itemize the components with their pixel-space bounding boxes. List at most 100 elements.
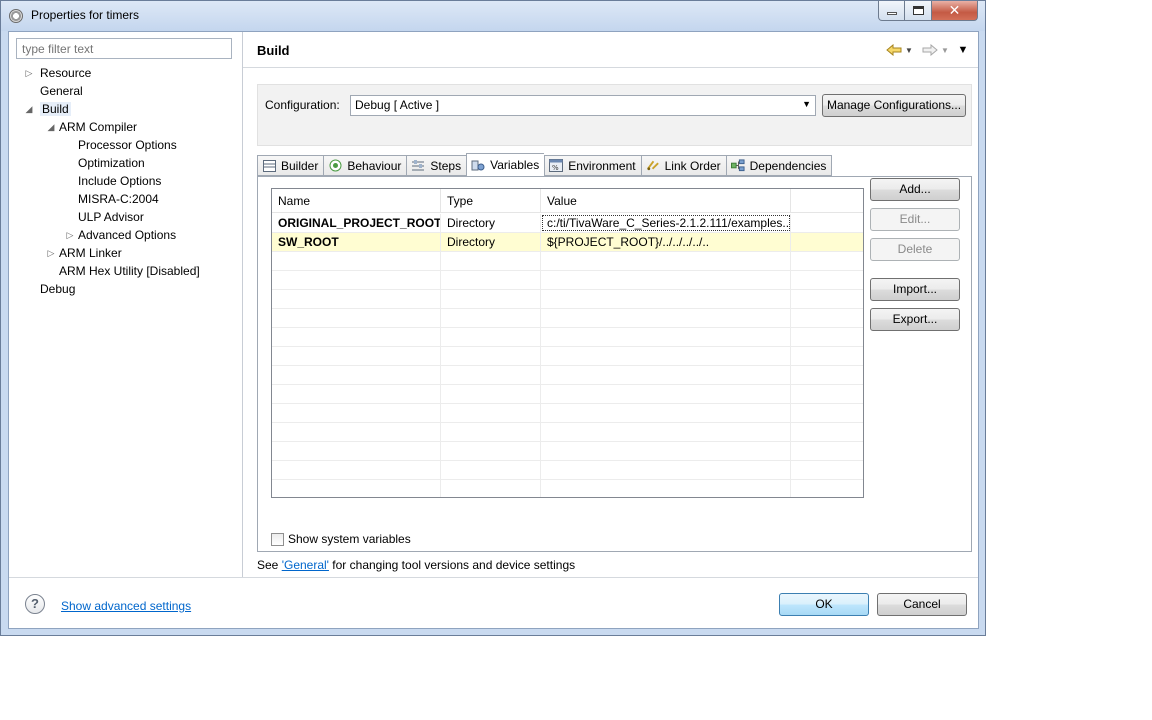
empty-cell xyxy=(272,290,441,308)
empty-cell xyxy=(441,309,541,327)
empty-cell xyxy=(541,290,791,308)
empty-cell xyxy=(441,423,541,441)
tree-item-label: ULP Advisor xyxy=(78,210,144,224)
variable-name: ORIGINAL_PROJECT_ROOT xyxy=(272,214,441,232)
table-row[interactable]: SW_ROOT Directory ${PROJECT_ROOT}/../../… xyxy=(272,233,863,252)
empty-cell xyxy=(272,309,441,327)
tree-item-arm-hex-utility[interactable]: ARM Hex Utility [Disabled] xyxy=(59,262,200,280)
tab-variables[interactable]: Variables xyxy=(466,153,545,176)
tree-item-build[interactable]: ◢ Build xyxy=(24,100,71,118)
tab-link-order[interactable]: Link Order xyxy=(640,155,726,176)
empty-table-row xyxy=(272,461,863,480)
tree-item-ulp-advisor[interactable]: ULP Advisor xyxy=(78,208,144,226)
expand-arrow-icon[interactable]: ▷ xyxy=(65,226,75,244)
maximize-button[interactable] xyxy=(905,1,932,21)
link-order-icon xyxy=(646,159,660,173)
empty-table-row xyxy=(272,290,863,309)
show-system-variables-row[interactable]: Show system variables xyxy=(271,532,411,546)
tree-item-arm-linker[interactable]: ▷ ARM Linker xyxy=(46,244,122,262)
page-title: Build xyxy=(257,43,290,58)
cancel-button[interactable]: Cancel xyxy=(877,593,967,616)
tab-environment[interactable]: % Environment xyxy=(544,155,641,176)
variables-icon xyxy=(471,158,485,172)
tree-item-label: Advanced Options xyxy=(78,228,177,242)
tab-label: Environment xyxy=(568,158,636,173)
table-row[interactable]: ORIGINAL_PROJECT_ROOT Directory c:/ti/Ti… xyxy=(272,214,863,233)
tab-behaviour[interactable]: Behaviour xyxy=(323,155,407,176)
variable-name: SW_ROOT xyxy=(272,233,441,251)
import-button[interactable]: Import... xyxy=(870,278,960,301)
svg-text:%: % xyxy=(552,164,559,172)
view-menu-icon[interactable]: ▼ xyxy=(956,44,970,56)
tab-steps[interactable]: Steps xyxy=(406,155,467,176)
tree-item-processor-options[interactable]: Processor Options xyxy=(78,136,177,154)
tree-item-optimization[interactable]: Optimization xyxy=(78,154,145,172)
help-icon[interactable]: ? xyxy=(25,594,45,614)
column-header-name[interactable]: Name xyxy=(272,189,441,213)
right-panel: Build ▼ ▼ ▼ Configuration: Debug [ Activ… xyxy=(243,32,978,577)
empty-cell xyxy=(441,366,541,384)
empty-cell xyxy=(272,366,441,384)
configuration-value: Debug [ Active ] xyxy=(355,98,440,112)
tree-item-general[interactable]: General xyxy=(40,82,83,100)
tree-item-include-options[interactable]: Include Options xyxy=(78,172,161,190)
expand-arrow-icon[interactable]: ▷ xyxy=(24,64,34,82)
collapse-arrow-icon[interactable]: ◢ xyxy=(24,100,34,118)
delete-button[interactable]: Delete xyxy=(870,238,960,261)
show-system-variables-checkbox[interactable] xyxy=(271,532,284,546)
empty-cell xyxy=(441,480,541,497)
build-tabs: Builder Behaviour Steps Variables % Envi… xyxy=(257,153,833,176)
back-arrow-icon[interactable] xyxy=(886,42,902,58)
tree-item-advanced-options[interactable]: ▷ Advanced Options xyxy=(65,226,177,244)
tree-item-misra[interactable]: MISRA-C:2004 xyxy=(78,190,159,208)
empty-cell xyxy=(541,404,791,422)
empty-cell xyxy=(272,423,441,441)
export-button[interactable]: Export... xyxy=(870,308,960,331)
forward-arrow-icon[interactable] xyxy=(922,42,938,58)
empty-cell xyxy=(541,480,791,497)
empty-table-row xyxy=(272,309,863,328)
title-bar[interactable]: Properties for timers ✕ xyxy=(1,1,985,31)
empty-cell xyxy=(541,461,791,479)
empty-cell xyxy=(441,442,541,460)
empty-cell xyxy=(541,309,791,327)
empty-cell xyxy=(441,461,541,479)
tree-item-label: ARM Compiler xyxy=(59,120,138,134)
empty-table-row xyxy=(272,480,863,497)
tree-item-arm-compiler[interactable]: ◢ ARM Compiler xyxy=(46,118,137,136)
properties-dialog: Properties for timers ✕ ▷ Resource xyxy=(0,0,986,636)
show-advanced-settings-link[interactable]: Show advanced settings xyxy=(61,599,191,613)
close-button[interactable]: ✕ xyxy=(932,1,978,21)
variables-table[interactable]: Name Type Value ORIGINAL_PROJECT_ROOT Di… xyxy=(271,188,864,498)
manage-configurations-button[interactable]: Manage Configurations... xyxy=(822,94,966,117)
empty-table-row xyxy=(272,404,863,423)
collapse-arrow-icon[interactable]: ◢ xyxy=(46,118,56,136)
column-header-value[interactable]: Value xyxy=(541,189,791,213)
behaviour-icon xyxy=(328,159,342,173)
edit-button[interactable]: Edit... xyxy=(870,208,960,231)
tab-dependencies[interactable]: Dependencies xyxy=(725,155,833,176)
app-icon xyxy=(9,9,23,23)
tab-label: Builder xyxy=(281,158,319,173)
tab-builder[interactable]: Builder xyxy=(257,155,324,176)
configuration-select[interactable]: Debug [ Active ] ▼ xyxy=(350,95,816,116)
tree-item-label: Optimization xyxy=(78,156,145,170)
column-header-type[interactable]: Type xyxy=(441,189,541,213)
tree-item-resource[interactable]: ▷ Resource xyxy=(24,64,92,82)
configuration-group: Configuration: Debug [ Active ] ▼ Manage… xyxy=(257,84,972,146)
back-dropdown-icon[interactable]: ▼ xyxy=(904,46,914,55)
variable-value: ${PROJECT_ROOT}/../../../../.. xyxy=(541,233,791,251)
empty-cell xyxy=(272,404,441,422)
empty-cell xyxy=(541,328,791,346)
configuration-label: Configuration: xyxy=(265,98,340,112)
expand-arrow-icon[interactable]: ▷ xyxy=(46,244,56,262)
ok-button[interactable]: OK xyxy=(779,593,869,616)
tree-item-debug[interactable]: Debug xyxy=(40,280,75,298)
forward-dropdown-icon[interactable]: ▼ xyxy=(940,46,950,55)
add-button[interactable]: Add... xyxy=(870,178,960,201)
left-panel: ▷ Resource General ◢ Build ◢ ARM Compile… xyxy=(9,32,242,577)
minimize-button[interactable] xyxy=(878,1,905,21)
general-link[interactable]: 'General' xyxy=(282,558,329,572)
general-note: See 'General' for changing tool versions… xyxy=(257,558,575,572)
filter-input[interactable] xyxy=(16,38,232,59)
